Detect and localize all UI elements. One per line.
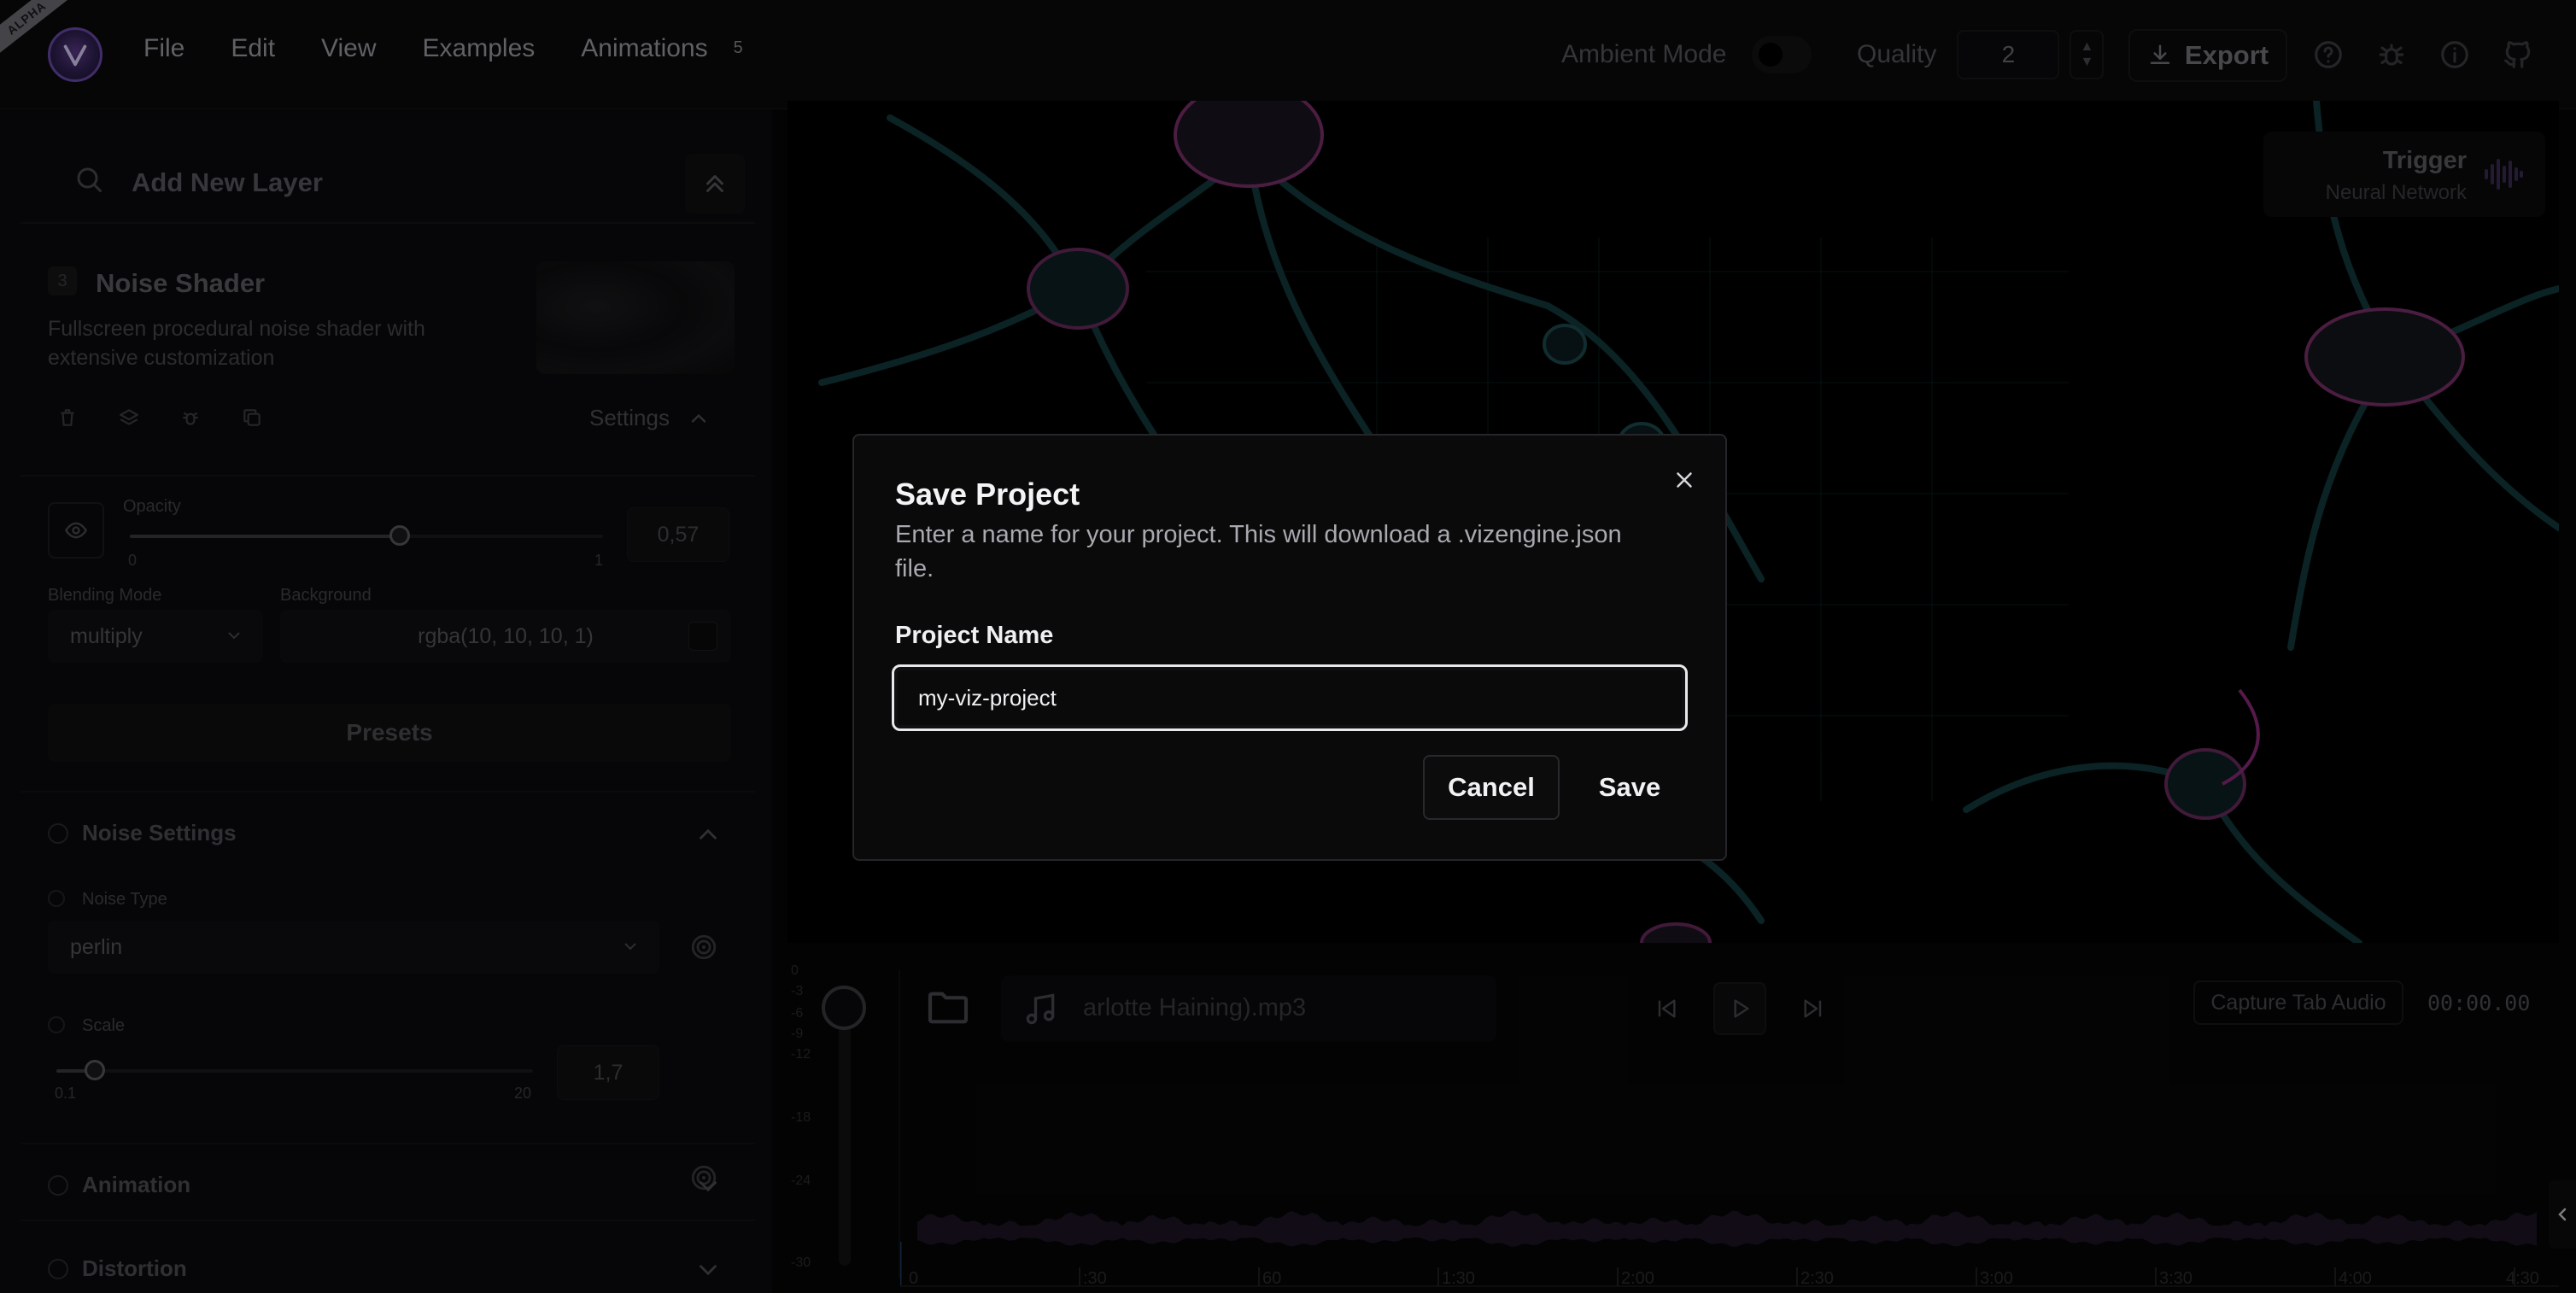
save-project-dialog: Save Project Enter a name for your proje…	[852, 434, 1727, 861]
dialog-description: Enter a name for your project. This will…	[895, 521, 1622, 582]
save-button[interactable]: Save	[1573, 755, 1686, 820]
close-icon	[1677, 472, 1692, 488]
close-button[interactable]	[1669, 465, 1700, 495]
dialog-title: Save Project	[895, 477, 1080, 512]
project-name-input[interactable]	[892, 664, 1688, 731]
project-name-label: Project Name	[895, 622, 1054, 649]
cancel-button[interactable]: Cancel	[1423, 755, 1560, 820]
